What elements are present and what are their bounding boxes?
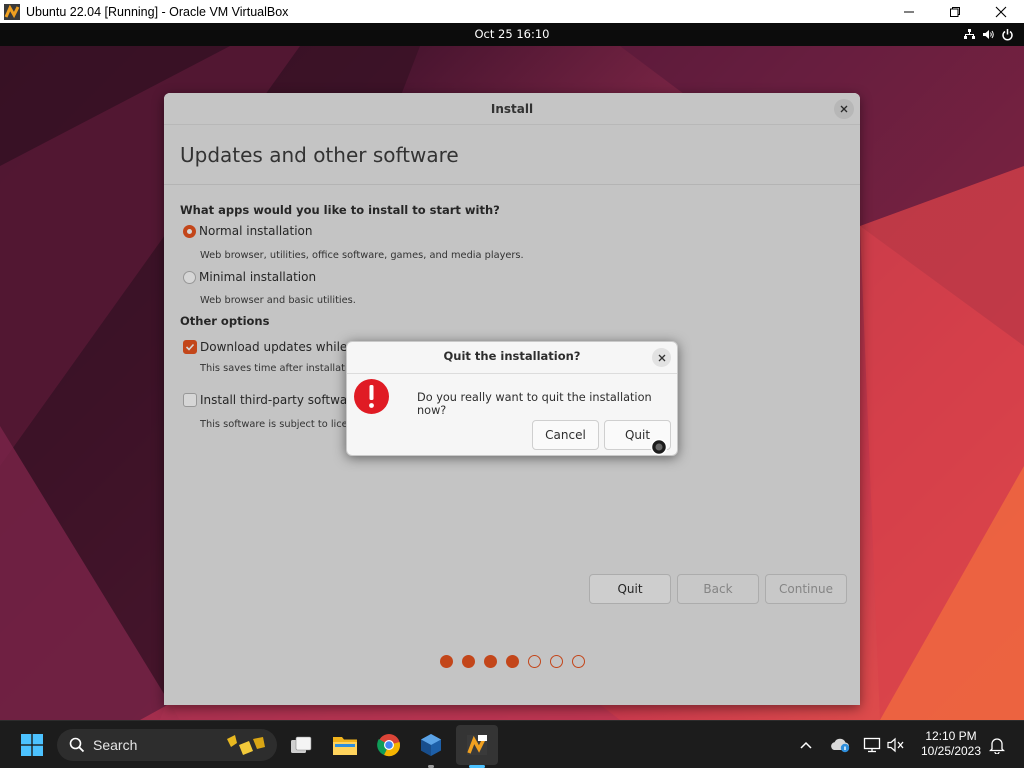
chevron-up-icon xyxy=(800,741,812,749)
onedrive-icon xyxy=(831,738,850,753)
ethernet-icon xyxy=(863,737,881,753)
taskbar-clock[interactable]: 12:10 PM 10/25/2023 xyxy=(914,729,988,759)
quit-dialog-close-button[interactable] xyxy=(652,348,671,367)
minimize-button[interactable] xyxy=(886,0,932,23)
taskbar-date: 10/25/2023 xyxy=(920,744,982,758)
show-hidden-icons-button[interactable] xyxy=(790,729,822,761)
window-title: Ubuntu 22.04 [Running] - Oracle VM Virtu… xyxy=(26,4,289,19)
start-button[interactable] xyxy=(16,729,48,761)
error-icon xyxy=(354,379,389,414)
system-tray[interactable] xyxy=(963,23,1014,46)
virtualbox-manager-button[interactable] xyxy=(415,729,447,761)
volume-tray-button[interactable] xyxy=(880,729,912,761)
virtualbox-icon xyxy=(421,734,441,756)
minimize-icon xyxy=(904,11,914,12)
ubuntu-desktop: Install Updates and other software What … xyxy=(0,46,1024,720)
chrome-button[interactable] xyxy=(373,729,405,761)
virtualbox-logo-icon xyxy=(4,3,20,20)
network-icon xyxy=(964,29,975,39)
maximize-button[interactable] xyxy=(932,0,978,23)
virtualbox-titlebar: Ubuntu 22.04 [Running] - Oracle VM Virtu… xyxy=(0,0,1024,23)
quit-dialog-message: Do you really want to quit the installat… xyxy=(417,391,652,417)
close-button[interactable] xyxy=(978,0,1024,23)
search-icon xyxy=(69,737,85,753)
quit-dialog-title: Quit the installation? xyxy=(443,349,581,363)
bell-icon xyxy=(989,738,1005,754)
taskbar-search[interactable]: Search xyxy=(57,729,277,761)
datetime-menu[interactable]: Oct 25 16:10 xyxy=(0,23,1024,46)
start-icon xyxy=(21,734,43,756)
search-highlight-icon xyxy=(227,735,265,755)
file-explorer-icon xyxy=(333,737,357,755)
close-icon xyxy=(995,6,1007,17)
quit-dialog: Quit the installation? Do you really wan… xyxy=(346,341,678,456)
task-view-icon xyxy=(291,736,312,753)
power-icon xyxy=(1002,29,1013,41)
ubuntu-top-bar: Oct 25 16:10 xyxy=(0,23,1024,46)
volume-muted-icon xyxy=(887,737,904,753)
file-explorer-button[interactable] xyxy=(329,729,361,761)
task-view-button[interactable] xyxy=(285,729,317,761)
volume-icon xyxy=(983,30,994,39)
virtualbox-vm-button[interactable] xyxy=(461,729,493,761)
onedrive-button[interactable] xyxy=(824,729,856,761)
mouse-cursor-icon xyxy=(650,438,668,456)
notifications-button[interactable] xyxy=(981,729,1013,761)
virtualbox-vm-icon xyxy=(467,735,487,755)
close-icon xyxy=(658,354,665,361)
maximize-icon xyxy=(950,6,960,17)
cancel-button[interactable]: Cancel xyxy=(532,420,599,450)
search-label: Search xyxy=(93,737,138,753)
taskbar-time: 12:10 PM xyxy=(925,729,977,743)
dialog-divider xyxy=(347,373,677,374)
windows-taskbar: Search 12:10 PM 10/25/2023 xyxy=(0,720,1024,768)
chrome-icon xyxy=(377,734,400,757)
